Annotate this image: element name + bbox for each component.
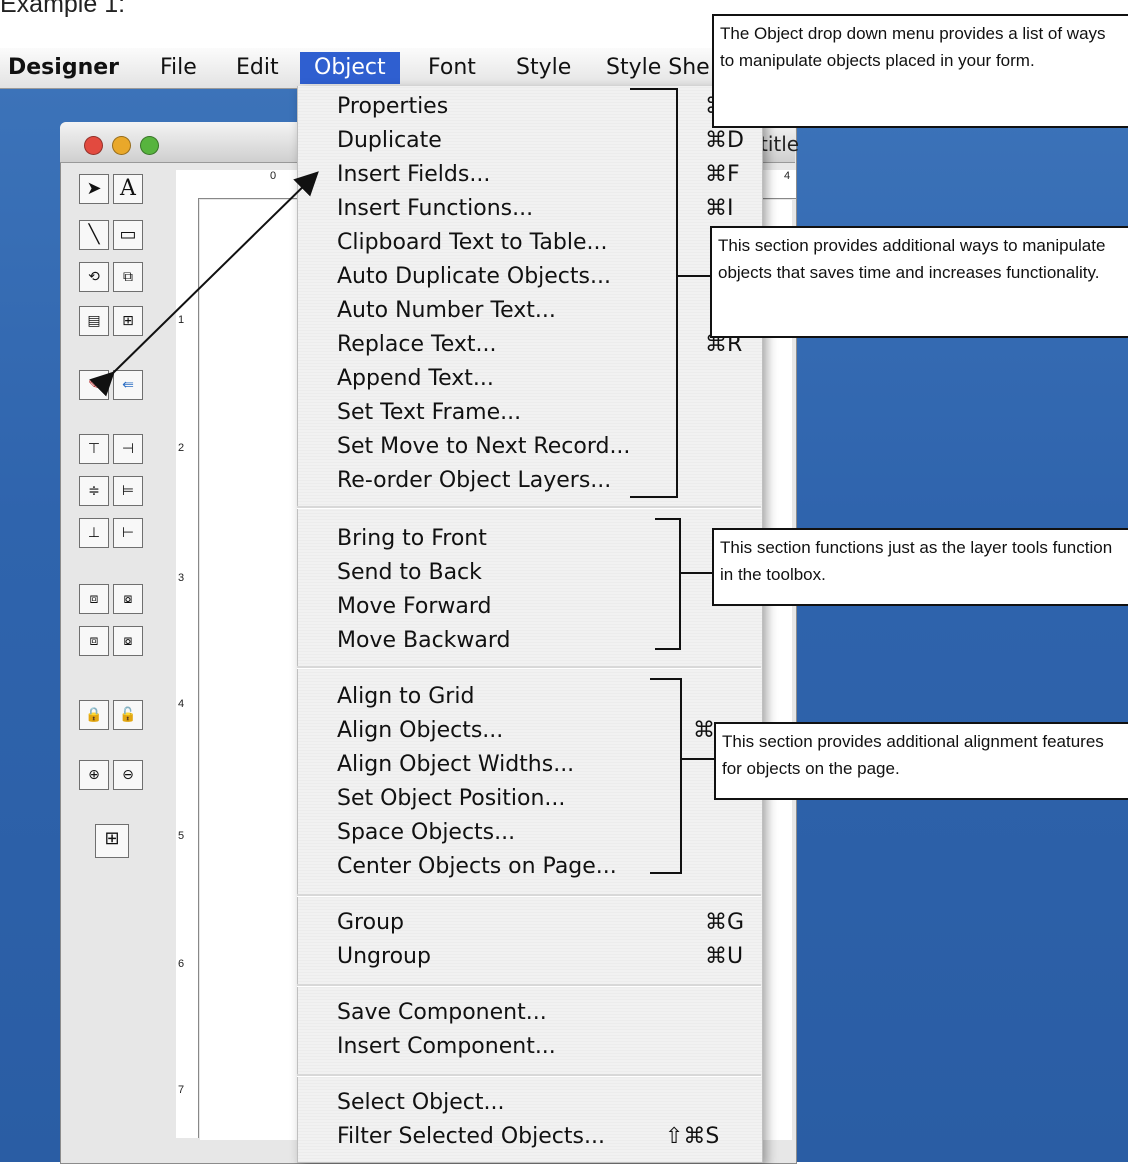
callout-arrow — [89, 171, 319, 397]
double-arrow-icon — [89, 171, 319, 397]
